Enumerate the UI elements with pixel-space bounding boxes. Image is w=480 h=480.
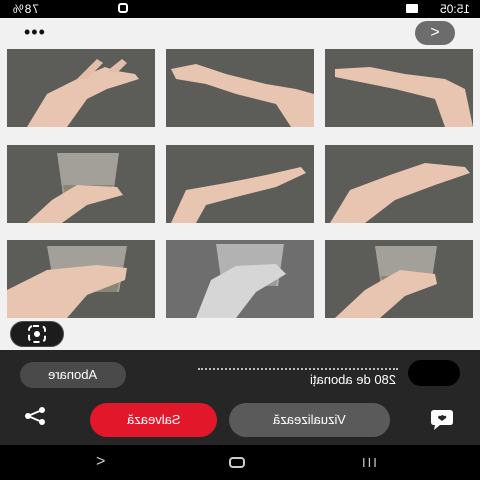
- comment-icon[interactable]: [428, 409, 456, 431]
- hand-image: [166, 49, 314, 127]
- system-nav-bar: < III: [0, 445, 480, 480]
- view-label: Vizualizează: [273, 412, 346, 427]
- gallery-tile[interactable]: [325, 240, 473, 318]
- hand-glass-image: [7, 240, 155, 318]
- hand-glass-image: [325, 240, 473, 318]
- home-icon[interactable]: [229, 457, 245, 468]
- gallery-icon: [406, 4, 418, 13]
- hand-glass-image: [166, 240, 314, 318]
- more-options-icon[interactable]: •••: [24, 22, 46, 43]
- save-label: Salvează: [126, 412, 181, 427]
- gallery-tile[interactable]: [325, 49, 473, 127]
- back-icon[interactable]: <: [96, 453, 105, 471]
- status-bar: 78% 15:05: [0, 0, 480, 18]
- gallery-tile[interactable]: [166, 49, 314, 127]
- follower-count: 280 de abonați: [309, 372, 396, 387]
- hand-image: [325, 145, 473, 223]
- view-button[interactable]: Vizualizează: [229, 403, 390, 437]
- dotted-divider: [198, 368, 398, 370]
- hand-image: [325, 49, 473, 127]
- gallery-tile[interactable]: [7, 49, 155, 127]
- recent-apps-icon[interactable]: III: [362, 455, 379, 470]
- lens-icon: [28, 325, 46, 343]
- share-icon[interactable]: [22, 407, 48, 425]
- save-button[interactable]: Salvează: [90, 403, 217, 437]
- notification-icon: [118, 3, 128, 13]
- bottom-panel: 280 de abonați Abonare Salvează Vizualiz…: [0, 350, 480, 445]
- subscribe-button[interactable]: Abonare: [20, 362, 126, 388]
- clock: 15:05: [439, 2, 470, 16]
- subscribe-label: Abonare: [48, 367, 98, 382]
- gallery-tile[interactable]: [166, 240, 314, 318]
- gallery-tile[interactable]: [166, 145, 314, 223]
- battery-indicator: 78%: [12, 2, 40, 16]
- gallery-tile[interactable]: [7, 240, 155, 318]
- hand-image: [166, 145, 314, 223]
- avatar[interactable]: [408, 360, 460, 386]
- gallery-tile[interactable]: [325, 145, 473, 223]
- top-bar: •••: [0, 18, 480, 48]
- hand-image: [7, 49, 155, 127]
- image-grid: [7, 49, 473, 319]
- follower-info: 280 de abonați: [198, 364, 398, 390]
- gallery-tile[interactable]: [7, 145, 155, 223]
- next-button[interactable]: >: [415, 21, 455, 45]
- visual-search-button[interactable]: [10, 321, 64, 347]
- hand-glass-image: [7, 145, 155, 223]
